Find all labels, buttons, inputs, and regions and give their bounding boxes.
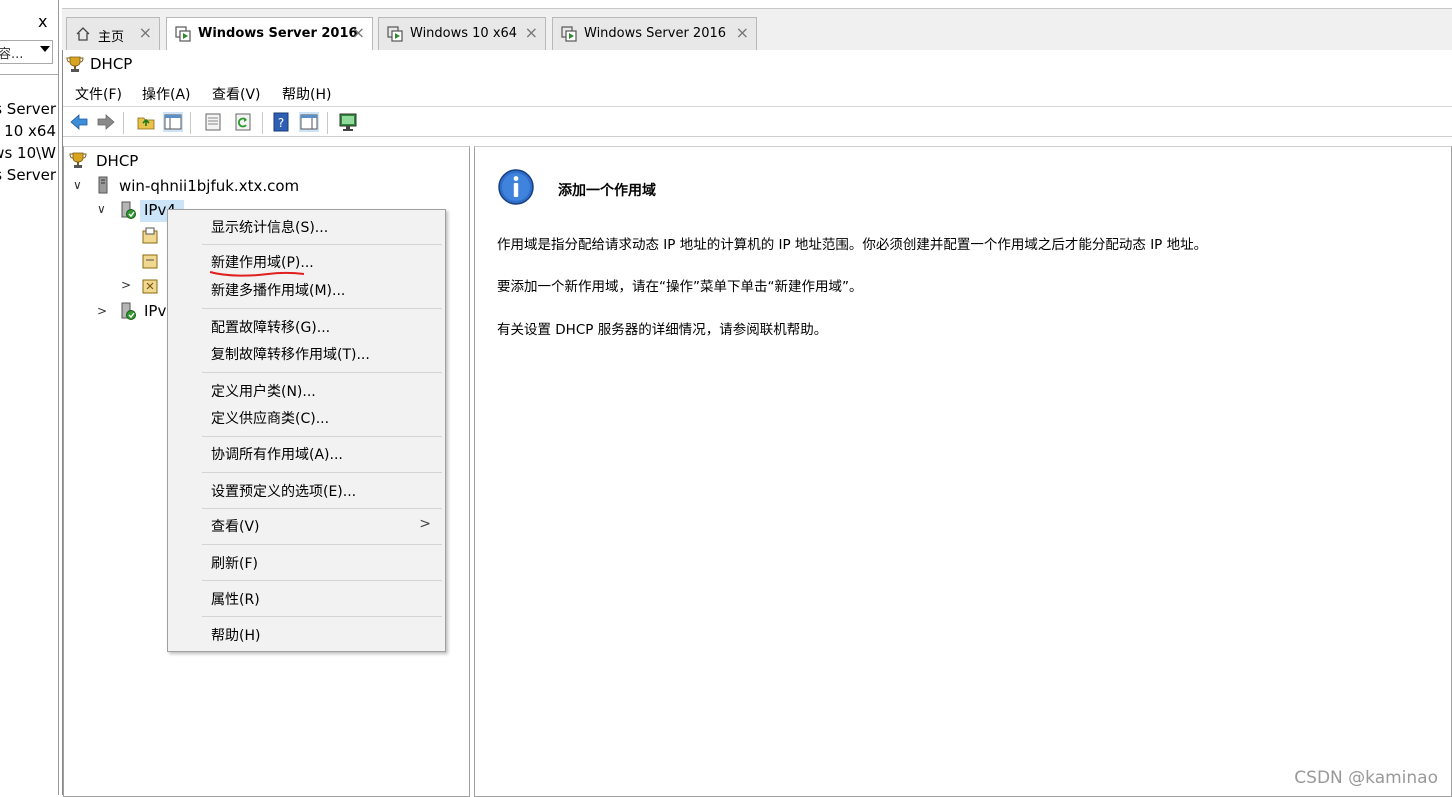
close-icon[interactable]: × <box>736 23 749 42</box>
info-icon <box>498 169 534 205</box>
menu-item-new-multicast-scope[interactable]: 新建多播作用域(M)... <box>211 280 345 300</box>
refresh-icon[interactable] <box>233 112 253 132</box>
forward-icon[interactable] <box>96 112 116 132</box>
menu-separator <box>202 244 442 245</box>
address-pool-icon <box>142 227 158 244</box>
details-paragraph: 作用域是指分配给请求动态 IP 地址的计算机的 IP 地址范围。你必须创建并配置… <box>497 237 1208 253</box>
menu-separator <box>202 472 442 473</box>
chevron-right-icon[interactable]: > <box>97 304 107 318</box>
menu-item-set-predefined-options[interactable]: 设置预定义的选项(E)... <box>211 481 356 501</box>
menu-bar: 文件(F) 操作(A) 查看(V) 帮助(H) <box>63 80 1452 107</box>
home-icon <box>76 27 90 41</box>
menu-view[interactable]: 查看(V) <box>212 84 261 104</box>
server-icon <box>98 176 108 194</box>
tab-label: Windows 10 x64 <box>410 26 518 41</box>
back-icon[interactable] <box>69 112 89 132</box>
tab-windows-server-2016[interactable]: Windows Server 2016 × <box>166 17 373 51</box>
close-icon[interactable]: × <box>139 23 152 42</box>
menu-separator <box>202 616 442 617</box>
context-menu: 显示统计信息(S)... 新建作用域(P)... 新建多播作用域(M)... 配… <box>167 209 446 652</box>
menu-separator <box>202 372 442 373</box>
options-icon <box>142 279 158 294</box>
toolbar-separator <box>190 112 191 134</box>
details-paragraph: 有关设置 DHCP 服务器的详细情况，请参阅联机帮助。 <box>497 322 828 338</box>
dhcp-trophy-icon <box>69 152 87 168</box>
divider <box>0 74 58 75</box>
menu-item-define-user-classes[interactable]: 定义用户类(N)... <box>211 381 316 401</box>
ipv4-server-icon <box>121 201 136 219</box>
library-search-field[interactable]: 容... <box>0 40 53 64</box>
library-item[interactable]: s Server <box>0 100 56 118</box>
tab-home[interactable]: 主页 × <box>66 17 160 50</box>
tab-label: Windows Server 2016 <box>584 26 727 41</box>
menu-separator <box>202 308 442 309</box>
menu-separator <box>202 436 442 437</box>
show-hide-action-pane-icon[interactable] <box>299 112 319 132</box>
chevron-right-icon[interactable]: > <box>121 278 131 292</box>
window-title: DHCP <box>90 55 133 73</box>
toolbar-separator <box>327 112 328 134</box>
menu-action[interactable]: 操作(A) <box>142 84 191 104</box>
menu-item-view[interactable]: 查看(V) <box>211 516 260 536</box>
toolbar-separator <box>262 112 263 134</box>
menu-separator <box>202 544 442 545</box>
tree-node-dhcp[interactable]: DHCP <box>96 152 138 170</box>
tab-label: Windows Server 2016 <box>198 26 358 41</box>
vm-icon <box>387 26 403 42</box>
vm-icon <box>561 26 577 42</box>
details-heading: 添加一个作用域 <box>558 183 656 199</box>
menu-file[interactable]: 文件(F) <box>75 84 122 104</box>
leases-icon <box>142 254 158 269</box>
menu-item-configure-failover[interactable]: 配置故障转移(G)... <box>211 317 330 337</box>
help-icon[interactable]: ? <box>271 112 291 132</box>
library-item[interactable]: s 10 x64 <box>0 122 56 140</box>
library-item[interactable]: ws 10\W <box>0 144 56 162</box>
menu-item-properties[interactable]: 属性(R) <box>211 589 260 609</box>
toolbar-separator <box>123 112 124 134</box>
menu-separator <box>202 508 442 509</box>
library-panel: x 容... s Server s 10 x64 ws 10\W s Serve… <box>0 0 59 795</box>
tab-windows-server-2016-b[interactable]: Windows Server 2016 × <box>552 17 757 50</box>
chevron-down-icon[interactable]: ∨ <box>73 178 82 192</box>
tree-node-server[interactable]: win-qhnii1bjfuk.xtx.com <box>119 177 299 195</box>
menu-item-refresh[interactable]: 刷新(F) <box>211 553 258 573</box>
menu-item-replicate-failover-scopes[interactable]: 复制故障转移作用域(T)... <box>211 344 370 364</box>
red-underline-annotation <box>209 271 305 277</box>
show-hide-tree-icon[interactable] <box>163 112 183 132</box>
close-icon[interactable]: × <box>352 23 365 42</box>
menu-item-show-statistics[interactable]: 显示统计信息(S)... <box>211 217 328 237</box>
details-paragraph: 要添加一个新作用域，请在“操作”菜单下单击“新建作用域”。 <box>497 279 863 295</box>
menu-item-help[interactable]: 帮助(H) <box>211 625 260 645</box>
library-close-button[interactable]: x <box>38 12 47 31</box>
library-item[interactable]: s Server <box>0 166 56 184</box>
tab-windows-10-x64[interactable]: Windows 10 x64 × <box>378 17 546 50</box>
title-bar: DHCP <box>63 50 1452 78</box>
watermark: CSDN @kaminao <box>1294 768 1438 788</box>
menu-item-define-vendor-classes[interactable]: 定义供应商类(C)... <box>211 408 329 428</box>
tab-label: 主页 <box>98 30 125 45</box>
vm-icon <box>175 26 191 42</box>
monitor-icon[interactable] <box>338 112 358 132</box>
menu-help[interactable]: 帮助(H) <box>282 84 331 104</box>
ipv6-server-icon <box>121 302 136 320</box>
dropdown-arrow-icon[interactable] <box>40 46 50 52</box>
menu-item-reconcile-all-scopes[interactable]: 协调所有作用域(A)... <box>211 444 343 464</box>
up-folder-icon[interactable] <box>136 112 156 132</box>
dhcp-trophy-icon <box>66 56 84 72</box>
chevron-down-icon[interactable]: ∨ <box>97 202 106 216</box>
close-icon[interactable]: × <box>525 23 538 42</box>
menu-separator <box>202 580 442 581</box>
vm-tab-bar: 主页 × Windows Server 2016 × Windows 10 x6… <box>62 8 1452 51</box>
toolbar: ? <box>63 108 1452 137</box>
submenu-arrow-icon: > <box>419 516 431 532</box>
library-search-text: 容... <box>0 47 24 62</box>
details-pane: 添加一个作用域 作用域是指分配给请求动态 IP 地址的计算机的 IP 地址范围。… <box>474 146 1452 797</box>
svg-text:?: ? <box>278 116 284 130</box>
properties-icon[interactable] <box>203 112 223 132</box>
